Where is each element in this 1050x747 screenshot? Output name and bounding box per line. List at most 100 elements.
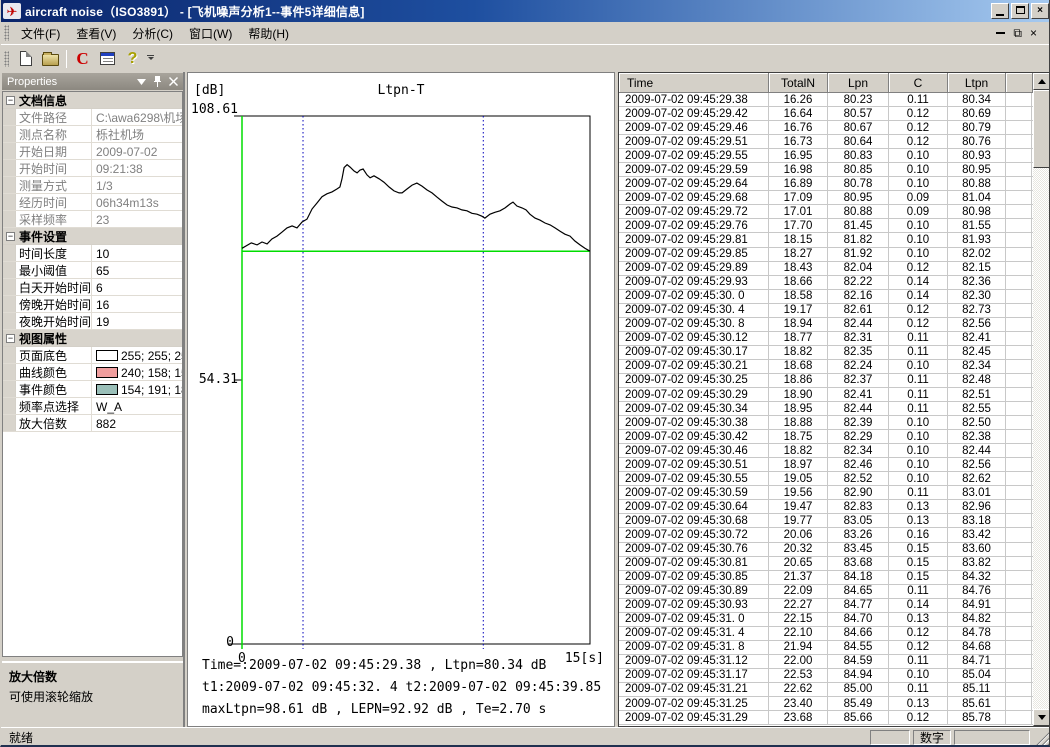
properties-panel-header[interactable]: Properties (2, 73, 183, 90)
table-row[interactable]: 2009-07-02 09:45:30.4218.7582.290.1082.3… (619, 430, 1033, 444)
analysis-c-button[interactable]: C (71, 48, 94, 70)
property-value[interactable]: 16 (92, 296, 182, 312)
property-row[interactable]: 傍晚开始时间16 (3, 296, 182, 313)
property-row[interactable]: 频率点选择W_A (3, 398, 182, 415)
table-row[interactable]: 2009-07-02 09:45:29.5916.9880.850.1080.9… (619, 163, 1033, 177)
table-row[interactable]: 2009-07-02 09:45:30.5519.0582.520.1082.6… (619, 472, 1033, 486)
column-header-time[interactable]: Time (619, 73, 769, 93)
help-button[interactable]: ? (121, 48, 144, 70)
mdi-restore-button[interactable]: ⧉ (1013, 27, 1022, 39)
menu-analysis[interactable]: 分析(C) (124, 22, 181, 45)
property-value[interactable]: 09:21:38 (92, 160, 182, 176)
table-row[interactable]: 2009-07-02 09:45:29.9318.6682.220.1482.3… (619, 276, 1033, 290)
menu-file[interactable]: 文件(F) (13, 22, 68, 45)
property-value[interactable]: 255; 255; 25 (92, 347, 182, 363)
property-group-header[interactable]: −文档信息 (3, 92, 182, 109)
chevron-down-icon[interactable] (137, 79, 146, 85)
table-row[interactable]: 2009-07-02 09:45:30.1718.8282.350.1182.4… (619, 346, 1033, 360)
table-row[interactable]: 2009-07-02 09:45:31. 422.1084.660.1284.7… (619, 627, 1033, 641)
column-header-ltpn[interactable]: Ltpn (948, 73, 1006, 93)
table-row[interactable]: 2009-07-02 09:45:31.2122.6285.000.1185.1… (619, 683, 1033, 697)
minimize-button[interactable] (991, 3, 1009, 19)
scrollbar-thumb[interactable] (1033, 90, 1050, 168)
table-row[interactable]: 2009-07-02 09:45:29.7217.0180.880.0980.9… (619, 205, 1033, 219)
table-row[interactable]: 2009-07-02 09:45:30.7620.3283.450.1583.6… (619, 543, 1033, 557)
property-group-header[interactable]: −事件设置 (3, 228, 182, 245)
property-value[interactable]: 6 (92, 279, 182, 295)
menubar-grip[interactable] (4, 25, 9, 41)
property-value[interactable]: 154; 191; 18 (92, 381, 182, 397)
table-row[interactable]: 2009-07-02 09:45:30.5118.9782.460.1082.5… (619, 458, 1033, 472)
table-row[interactable]: 2009-07-02 09:45:31.2523.4085.490.1385.6… (619, 697, 1033, 711)
collapse-icon[interactable]: − (6, 232, 15, 241)
property-row[interactable]: 测点名称栎社机场 (3, 126, 182, 143)
pin-icon[interactable] (153, 76, 162, 87)
property-row[interactable]: 最小阈值65 (3, 262, 182, 279)
table-row[interactable]: 2009-07-02 09:45:29.5516.9580.830.1080.9… (619, 149, 1033, 163)
table-row[interactable]: 2009-07-02 09:45:30.2118.6882.240.1082.3… (619, 360, 1033, 374)
property-value[interactable]: 23 (92, 211, 182, 227)
table-row[interactable]: 2009-07-02 09:45:29.8518.2781.920.1082.0… (619, 248, 1033, 262)
table-row[interactable]: 2009-07-02 09:45:31. 821.9484.550.1284.6… (619, 641, 1033, 655)
table-row[interactable]: 2009-07-02 09:45:29.6817.0980.950.0981.0… (619, 191, 1033, 205)
property-value[interactable]: 19 (92, 313, 182, 329)
plot-area[interactable] (242, 116, 591, 650)
property-row[interactable]: 夜晚开始时间19 (3, 313, 182, 330)
table-row[interactable]: 2009-07-02 09:45:30. 419.1782.610.1282.7… (619, 304, 1033, 318)
column-header-totaln[interactable]: TotalN (769, 73, 828, 93)
table-row[interactable]: 2009-07-02 09:45:31.1722.5384.940.1085.0… (619, 669, 1033, 683)
table-row[interactable]: 2009-07-02 09:45:29.4216.6480.570.1280.6… (619, 107, 1033, 121)
property-value[interactable]: W_A (92, 398, 182, 414)
property-row[interactable]: 开始日期2009-07-02 (3, 143, 182, 160)
property-value[interactable]: 10 (92, 245, 182, 261)
table-row[interactable]: 2009-07-02 09:45:29.8118.1581.820.1081.9… (619, 233, 1033, 247)
property-row[interactable]: 时间长度10 (3, 245, 182, 262)
property-row[interactable]: 白天开始时间6 (3, 279, 182, 296)
table-row[interactable]: 2009-07-02 09:45:31. 022.1584.700.1384.8… (619, 613, 1033, 627)
collapse-icon[interactable]: − (6, 334, 15, 343)
property-row[interactable]: 事件颜色154; 191; 18 (3, 381, 182, 398)
property-group-header[interactable]: −视图属性 (3, 330, 182, 347)
property-value[interactable]: 1/3 (92, 177, 182, 193)
table-row[interactable]: 2009-07-02 09:45:31.2923.6885.660.1285.7… (619, 711, 1033, 725)
properties-button[interactable] (96, 48, 119, 70)
table-row[interactable]: 2009-07-02 09:45:30.7220.0683.260.1683.4… (619, 528, 1033, 542)
property-row[interactable]: 文件路径C:\awa6298\机场 (3, 109, 182, 126)
table-row[interactable]: 2009-07-02 09:45:30.3418.9582.440.1182.5… (619, 402, 1033, 416)
scroll-down-button[interactable] (1033, 709, 1050, 726)
property-row[interactable]: 经历时间06h34m13s (3, 194, 182, 211)
table-row[interactable]: 2009-07-02 09:45:30.6419.4782.830.1382.9… (619, 500, 1033, 514)
new-document-button[interactable] (14, 48, 37, 70)
table-row[interactable]: 2009-07-02 09:45:30.4618.8282.340.1082.4… (619, 444, 1033, 458)
property-value[interactable]: 882 (92, 415, 182, 431)
property-row[interactable]: 采样频率23 (3, 211, 182, 228)
scroll-up-button[interactable] (1033, 73, 1050, 90)
close-icon[interactable] (169, 77, 178, 86)
column-header-lpn[interactable]: Lpn (828, 73, 889, 93)
table-row[interactable]: 2009-07-02 09:45:29.7617.7081.450.1081.5… (619, 219, 1033, 233)
toolbar-grip[interactable] (4, 51, 9, 67)
table-row[interactable]: 2009-07-02 09:45:30.8922.0984.650.1184.7… (619, 585, 1033, 599)
property-row[interactable]: 页面底色255; 255; 25 (3, 347, 182, 364)
property-value[interactable]: 65 (92, 262, 182, 278)
table-row[interactable]: 2009-07-02 09:45:30.3818.8882.390.1082.5… (619, 416, 1033, 430)
property-value[interactable]: 栎社机场 (92, 126, 182, 142)
menu-view[interactable]: 查看(V) (68, 22, 124, 45)
table-row[interactable]: 2009-07-02 09:45:30.5919.5682.900.1183.0… (619, 486, 1033, 500)
property-row[interactable]: 放大倍数882 (3, 415, 182, 432)
table-row[interactable]: 2009-07-02 09:45:30.9322.2784.770.1484.9… (619, 599, 1033, 613)
table-row[interactable]: 2009-07-02 09:45:30.8521.3784.180.1584.3… (619, 571, 1033, 585)
table-row[interactable]: 2009-07-02 09:45:29.6416.8980.780.1080.8… (619, 177, 1033, 191)
table-row[interactable]: 2009-07-02 09:45:29.3816.2680.230.1180.3… (619, 93, 1033, 107)
menu-help[interactable]: 帮助(H) (240, 22, 297, 45)
table-row[interactable]: 2009-07-02 09:45:29.8918.4382.040.1282.1… (619, 262, 1033, 276)
property-value[interactable]: 240; 158; 15 (92, 364, 182, 380)
table-row[interactable]: 2009-07-02 09:45:29.5116.7380.640.1280.7… (619, 135, 1033, 149)
close-button[interactable]: × (1031, 3, 1049, 19)
table-row[interactable]: 2009-07-02 09:45:30.2518.8682.370.1182.4… (619, 374, 1033, 388)
table-row[interactable]: 2009-07-02 09:45:31.1222.0084.590.1184.7… (619, 655, 1033, 669)
maximize-button[interactable] (1011, 3, 1029, 19)
open-file-button[interactable] (39, 48, 62, 70)
table-row[interactable]: 2009-07-02 09:45:30.6819.7783.050.1383.1… (619, 514, 1033, 528)
table-row[interactable]: 2009-07-02 09:45:30. 818.9482.440.1282.5… (619, 318, 1033, 332)
